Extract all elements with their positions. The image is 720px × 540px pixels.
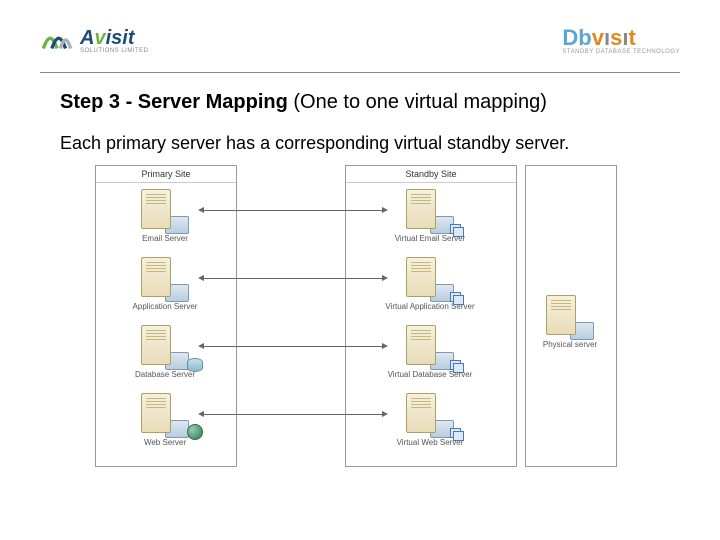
globe-icon bbox=[187, 424, 203, 440]
physical-server: Physical server bbox=[530, 295, 610, 349]
slide-title: Step 3 - Server Mapping (One to one virt… bbox=[60, 91, 670, 114]
primary-database-server: Database Server bbox=[100, 325, 230, 379]
server-label: Database Server bbox=[100, 371, 230, 379]
server-icon bbox=[406, 393, 454, 438]
server-icon bbox=[406, 257, 454, 302]
server-icon bbox=[406, 189, 454, 234]
standby-application-server: Virtual Application Server bbox=[365, 257, 495, 311]
slide-description: Each primary server has a corresponding … bbox=[60, 132, 670, 155]
primary-application-server: Application Server bbox=[100, 257, 230, 311]
standby-web-server: Virtual Web Server bbox=[365, 393, 495, 447]
standby-site-title: Standby Site bbox=[346, 166, 516, 183]
virtual-icon bbox=[450, 224, 464, 236]
database-icon bbox=[187, 358, 203, 372]
standby-database-server: Virtual Database Server bbox=[365, 325, 495, 379]
server-icon bbox=[546, 295, 594, 340]
server-icon bbox=[141, 257, 189, 302]
virtual-icon bbox=[450, 360, 464, 372]
server-label: Virtual Email Server bbox=[365, 235, 495, 243]
dbvisit-logo: Dbvısıt STANDBY DATABASE TECHNOLOGY bbox=[562, 25, 680, 55]
mapping-arrow bbox=[203, 414, 383, 415]
avisit-logo-icon bbox=[40, 23, 74, 57]
mapping-arrow bbox=[203, 278, 383, 279]
server-icon bbox=[406, 325, 454, 370]
slide-title-rest: (One to one virtual mapping) bbox=[288, 91, 547, 113]
avisit-logo: Avisit SOLUTIONS LIMITED bbox=[40, 23, 149, 57]
server-icon bbox=[141, 393, 189, 438]
server-mapping-diagram: Primary Site Standby Site Email Server A… bbox=[95, 165, 635, 485]
server-label: Web Server bbox=[100, 439, 230, 447]
content: Step 3 - Server Mapping (One to one virt… bbox=[0, 73, 720, 485]
avisit-logo-text: Avisit bbox=[80, 27, 149, 50]
primary-web-server: Web Server bbox=[100, 393, 230, 447]
server-label: Physical server bbox=[530, 341, 610, 349]
slide-title-bold: Step 3 - Server Mapping bbox=[60, 91, 288, 113]
server-label: Virtual Application Server bbox=[365, 303, 495, 311]
server-icon bbox=[141, 189, 189, 234]
header: Avisit SOLUTIONS LIMITED Dbvısıt STANDBY… bbox=[0, 0, 720, 70]
virtual-icon bbox=[450, 292, 464, 304]
primary-email-server: Email Server bbox=[100, 189, 230, 243]
server-label: Application Server bbox=[100, 303, 230, 311]
mapping-arrow bbox=[203, 346, 383, 347]
standby-email-server: Virtual Email Server bbox=[365, 189, 495, 243]
avisit-logo-sub: SOLUTIONS LIMITED bbox=[80, 48, 149, 54]
dbvisit-logo-text: Dbvısıt bbox=[562, 25, 680, 51]
dbvisit-logo-sub: STANDBY DATABASE TECHNOLOGY bbox=[562, 49, 680, 55]
server-icon bbox=[141, 325, 189, 370]
server-label: Virtual Web Server bbox=[365, 439, 495, 447]
mapping-arrow bbox=[203, 210, 383, 211]
server-label: Email Server bbox=[100, 235, 230, 243]
server-label: Virtual Database Server bbox=[365, 371, 495, 379]
primary-site-title: Primary Site bbox=[96, 166, 236, 183]
virtual-icon bbox=[450, 428, 464, 440]
